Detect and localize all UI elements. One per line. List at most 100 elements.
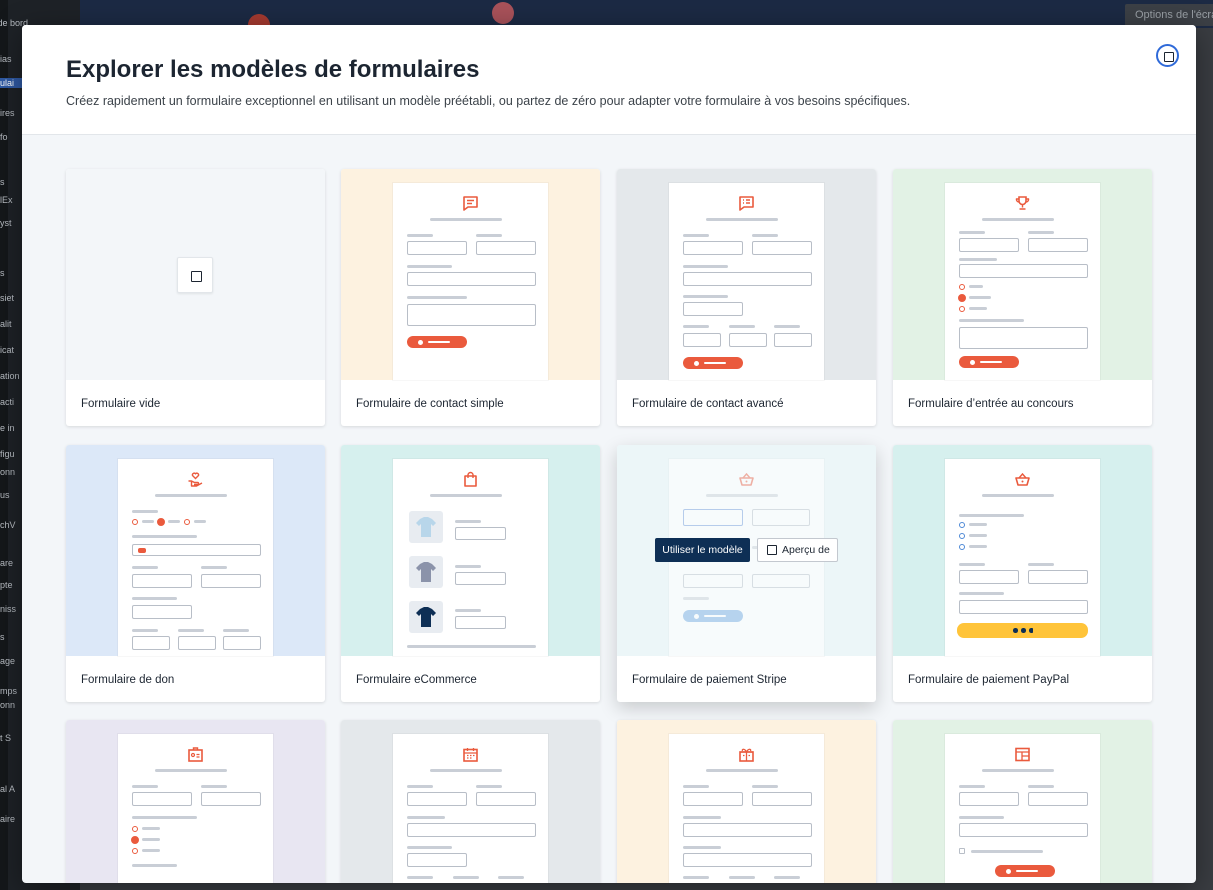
preview-label [407,234,433,237]
preview-input [201,574,261,588]
preview-input [774,333,812,347]
preview-label [959,563,985,566]
preview-label [407,296,467,299]
id-badge-icon [188,747,203,762]
preview-title-line [155,494,227,497]
preview-select [132,605,192,619]
preview-radio [959,522,965,528]
preview-checkbox [959,848,965,854]
preview-label [969,523,987,526]
preview-title-line [982,769,1054,772]
preview-square-icon [767,545,777,555]
template-thumbnail [66,169,325,380]
preview-title-line [430,494,502,497]
preview-radio [184,519,190,525]
template-card-gift[interactable] [617,720,876,883]
close-modal-button[interactable] [1156,44,1179,67]
preview-submit [995,865,1055,877]
preview-radio [132,848,138,854]
preview-label [407,816,445,819]
preview-label [453,876,479,879]
preview-submit [407,336,467,348]
preview-label [132,785,158,788]
preview-label [476,785,502,788]
template-card-contact-advanced[interactable]: Formulaire de contact avancé [617,169,876,426]
preview-input [407,272,536,286]
preview-label [132,566,158,569]
preview-label [407,846,452,849]
template-thumbnail [66,720,325,883]
template-card-paypal[interactable]: Formulaire de paiement PayPal [893,445,1152,702]
card-brand-icon [138,548,146,553]
chat-bubble-icon [463,196,478,211]
preview-label [168,520,180,523]
preview-input [683,333,721,347]
template-card-donation[interactable]: Formulaire de don [66,445,325,702]
preview-input [407,823,536,837]
preview-label [959,258,997,261]
template-card-registration[interactable] [66,720,325,883]
preview-label [729,325,755,328]
preview-label [132,510,158,513]
preview-label [969,285,983,288]
preview-input [683,241,743,255]
template-card-booking[interactable] [341,720,600,883]
preview-input [223,636,261,650]
template-label: Formulaire de contact avancé [632,398,784,410]
template-card-stripe[interactable]: Utiliser le modèle Aperçu de Formulaire … [617,445,876,702]
preview-title-line [155,769,227,772]
preview-label [683,265,728,268]
preview-select [683,302,743,316]
preview-label [959,592,1004,595]
preview-title-line [430,769,502,772]
preview-radio-selected [958,294,966,302]
preview-label [407,876,433,879]
calendar-icon [463,748,478,762]
preview-template-button[interactable]: Aperçu de [757,538,838,562]
template-label: Formulaire d’entrée au concours [908,398,1074,410]
preview-label [178,629,204,632]
preview-input [683,272,812,286]
preview-input [476,241,536,255]
preview-label [959,319,1024,322]
preview-label [683,234,709,237]
preview-input [959,238,1019,252]
template-label: Formulaire de contact simple [356,398,504,410]
template-thumbnail [341,445,600,656]
template-grid: Formulaire vide Formulaire de contact si… [66,169,1152,883]
template-thumbnail [617,720,876,883]
use-template-button[interactable]: Utiliser le modèle [655,538,750,562]
template-thumbnail: Utiliser le modèle Aperçu de [617,445,876,656]
preview-label: Aperçu de [782,544,830,556]
preview-input [407,792,467,806]
preview-input [959,264,1088,278]
preview-input [959,570,1019,584]
preview-label [971,850,1043,853]
preview-label [142,520,154,523]
screen-options-button[interactable]: Options de l'écran [1125,4,1213,26]
preview-label [132,535,197,538]
form-preview [945,459,1100,656]
preview-label [142,827,160,830]
preview-label [683,785,709,788]
template-card-contest[interactable]: Formulaire d’entrée au concours [893,169,1152,426]
preview-input [752,792,812,806]
form-preview [118,734,273,883]
preview-label [142,849,160,852]
template-card-contact-simple[interactable]: Formulaire de contact simple [341,169,600,426]
form-preview [669,734,824,883]
preview-label [455,565,481,568]
template-card-ecommerce[interactable]: Formulaire eCommerce [341,445,600,702]
form-preview [945,734,1100,883]
form-preview [945,183,1100,380]
template-label: Formulaire de paiement Stripe [632,674,787,686]
layout-window-icon [1015,747,1030,762]
preview-label [455,609,481,612]
paypal-button [957,623,1088,638]
product-shirt-mid [409,556,443,588]
preview-input [407,241,467,255]
template-card-newsletter[interactable] [893,720,1152,883]
template-card-blank[interactable]: Formulaire vide [66,169,325,426]
preview-label [683,325,709,328]
template-thumbnail [617,169,876,380]
